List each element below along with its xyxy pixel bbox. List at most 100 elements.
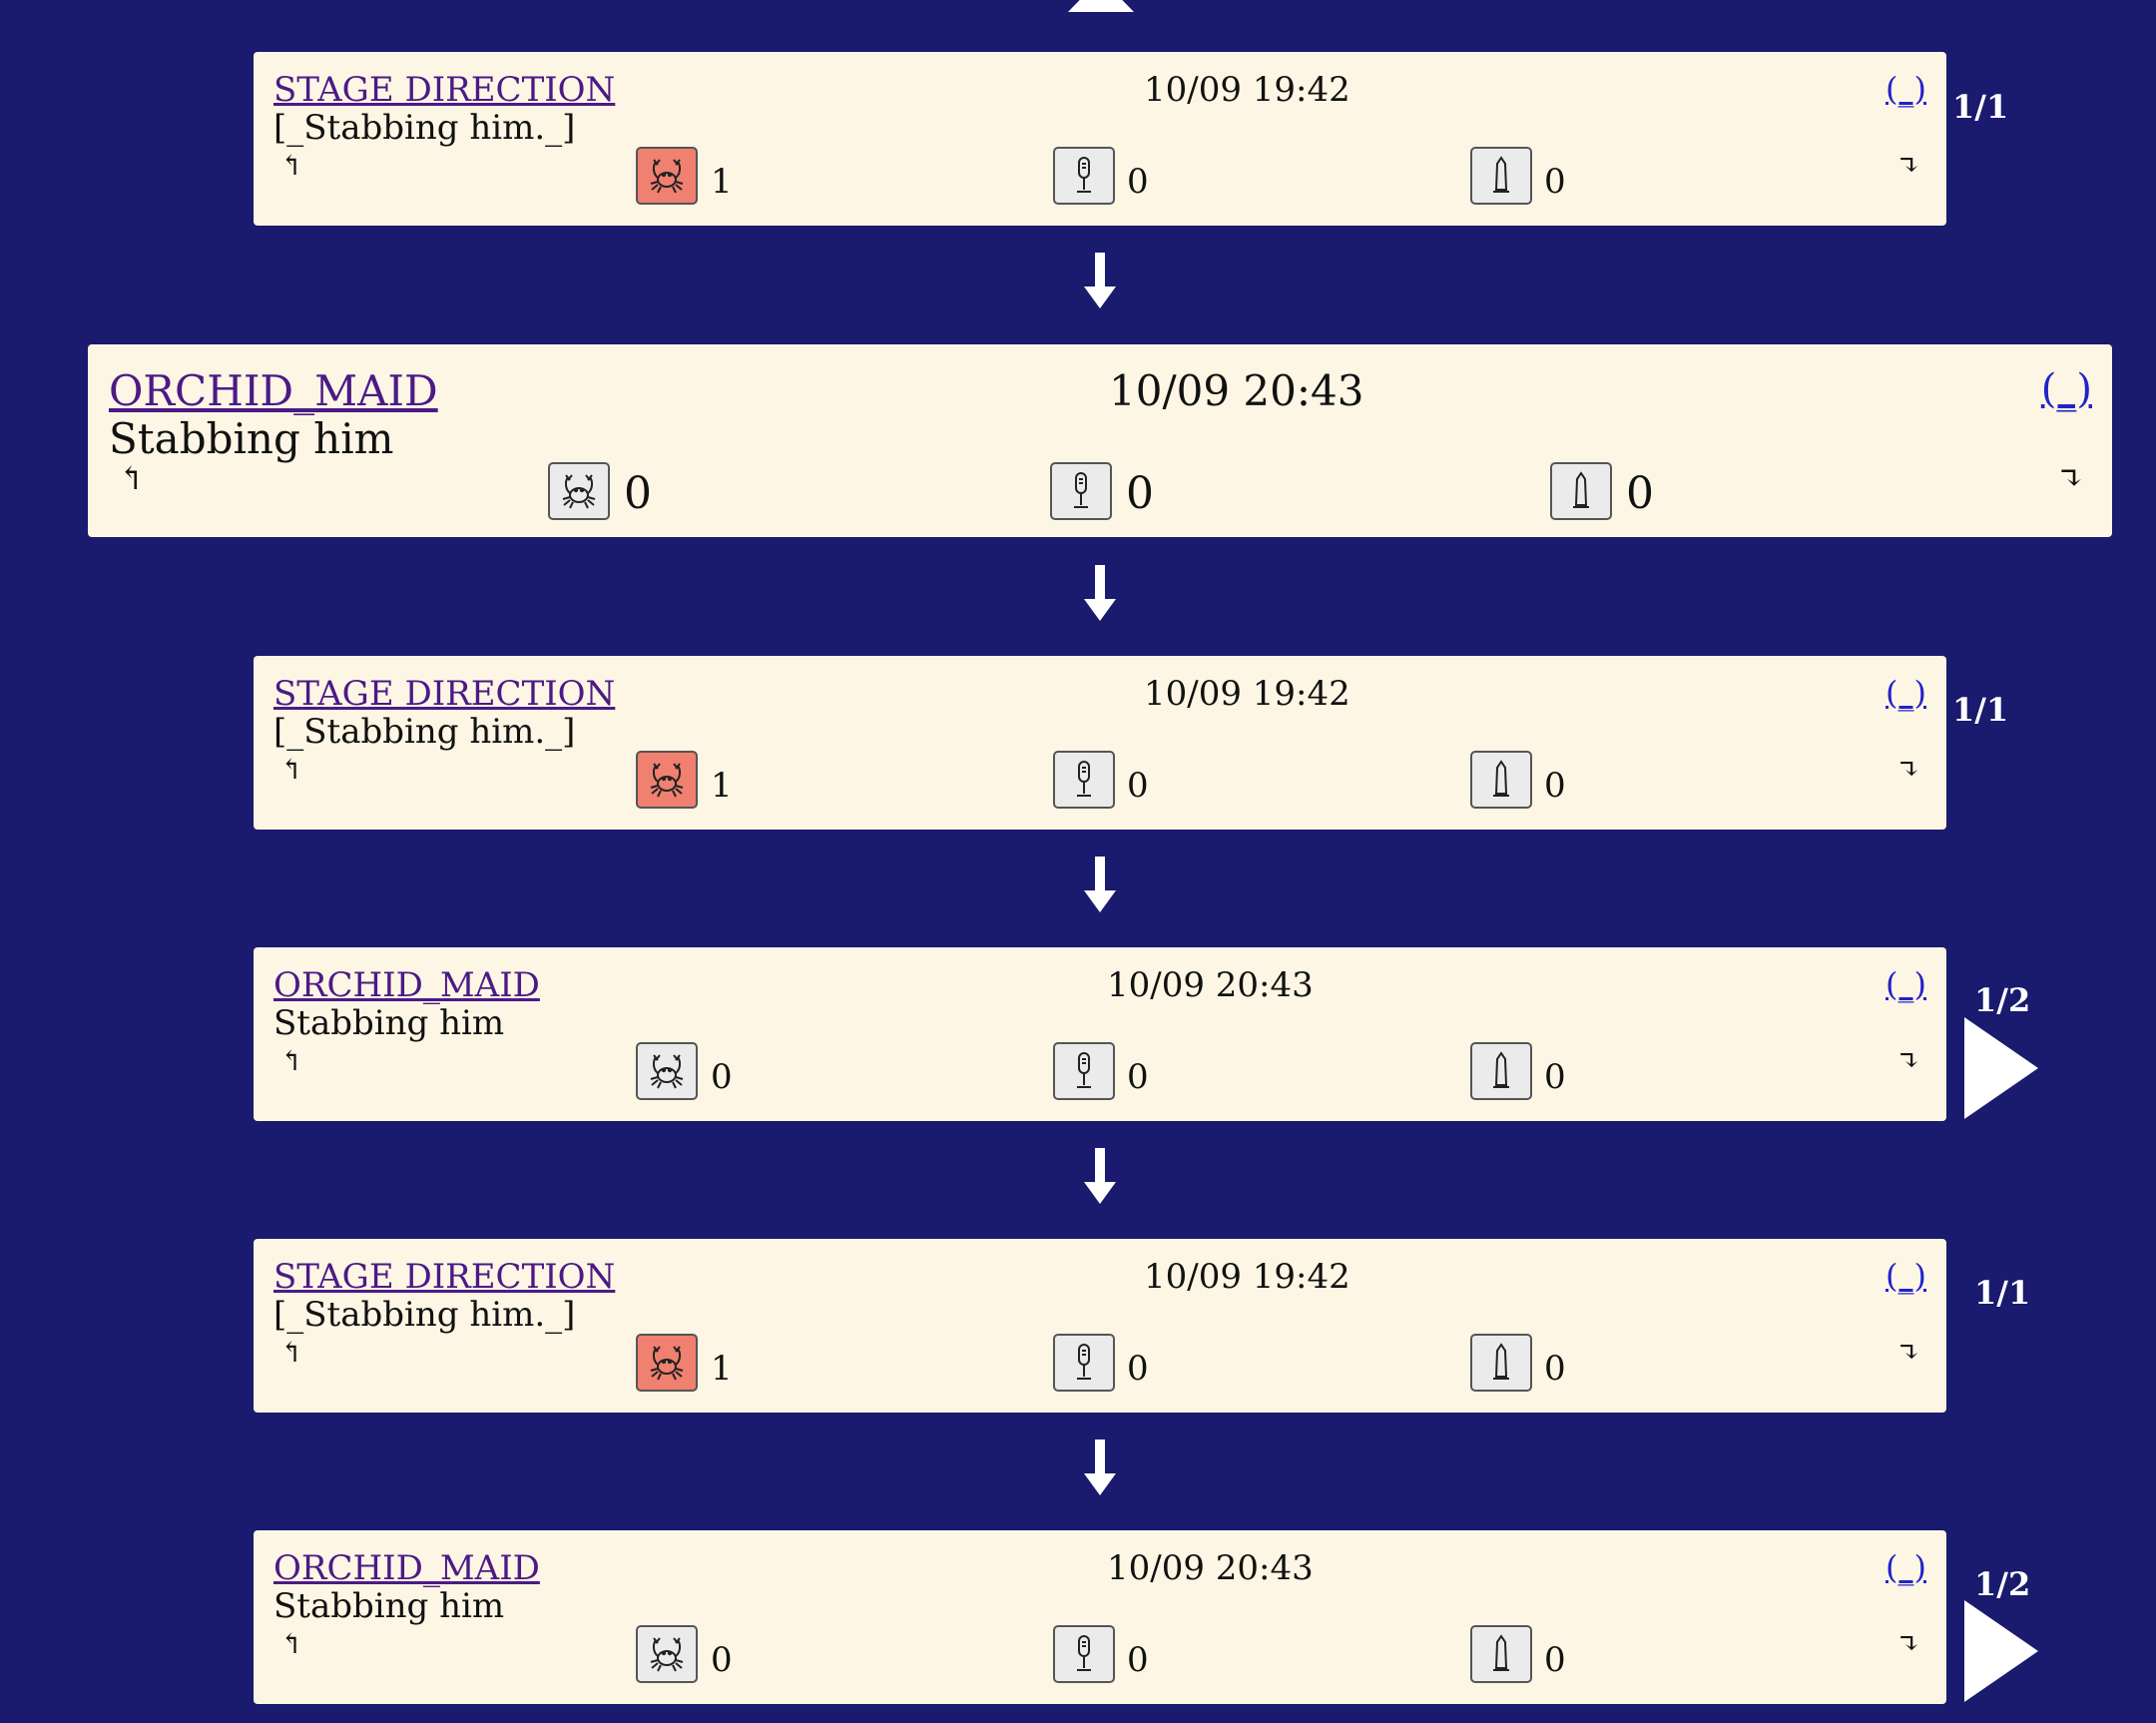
crab-count: 1 — [711, 1349, 733, 1389]
timestamp: 10/09 20:43 — [1107, 1548, 1314, 1588]
down-arrow-icon — [1084, 1148, 1116, 1204]
post-card: STAGE DIRECTION 10/09 19:42 (_) [_Stabbi… — [254, 656, 1946, 830]
crab-icon — [650, 1637, 684, 1672]
obelisk-icon — [1493, 156, 1509, 193]
microphone-reaction-button[interactable] — [1053, 1625, 1115, 1683]
prev-arrow-icon[interactable]: ↰ — [118, 462, 145, 494]
post-card: ORCHID_MAID 10/09 20:43 (_) Stabbing him… — [254, 1530, 1946, 1704]
crab-reaction-button[interactable] — [636, 751, 698, 809]
microphone-reaction-button[interactable] — [1053, 1042, 1115, 1100]
obelisk-reaction-button[interactable] — [1470, 1625, 1532, 1683]
microphone-reaction-button[interactable] — [1053, 1334, 1115, 1392]
prev-arrow-icon[interactable]: ↰ — [279, 152, 302, 180]
obelisk-count: 0 — [1626, 468, 1654, 519]
crab-reaction-button[interactable] — [636, 1042, 698, 1100]
obelisk-count: 0 — [1544, 162, 1566, 202]
crab-reaction-button[interactable] — [636, 1334, 698, 1392]
down-arrow-icon — [1084, 857, 1116, 912]
author-link[interactable]: STAGE DIRECTION — [273, 1257, 615, 1297]
down-arrow-icon — [1084, 565, 1116, 621]
post-text: Stabbing him — [273, 1003, 505, 1043]
edit-link[interactable]: (_) — [1886, 1257, 1926, 1295]
microphone-count: 0 — [1127, 1640, 1149, 1680]
crab-count: 1 — [711, 162, 733, 202]
crab-icon — [650, 1346, 684, 1381]
crab-reaction-button[interactable] — [636, 147, 698, 205]
obelisk-reaction-button[interactable] — [1470, 147, 1532, 205]
edit-link[interactable]: (_) — [2041, 366, 2092, 412]
next-arrow-icon[interactable]: ↴ — [1897, 152, 1920, 180]
crab-icon — [562, 474, 596, 509]
obelisk-reaction-button[interactable] — [1470, 751, 1532, 809]
author-link[interactable]: ORCHID_MAID — [109, 366, 438, 415]
author-link[interactable]: ORCHID_MAID — [273, 965, 540, 1005]
prev-arrow-icon[interactable]: ↰ — [279, 1047, 302, 1075]
next-arrow-icon[interactable]: ↴ — [1897, 1630, 1920, 1658]
next-arrow-icon[interactable]: ↴ — [1897, 1339, 1920, 1367]
post-card: ORCHID_MAID 10/09 20:43 (_) Stabbing him… — [254, 947, 1946, 1121]
crab-reaction-button[interactable] — [548, 462, 610, 520]
crab-reaction-button[interactable] — [636, 1625, 698, 1683]
author-link[interactable]: STAGE DIRECTION — [273, 70, 615, 110]
edit-link[interactable]: (_) — [1886, 674, 1926, 712]
post-text: [_Stabbing him._] — [273, 1295, 576, 1335]
timestamp: 10/09 19:42 — [1144, 674, 1350, 714]
page-indicator: 1/1 — [1974, 1274, 2031, 1312]
obelisk-icon — [1493, 760, 1509, 797]
microphone-count: 0 — [1127, 1349, 1149, 1389]
page-indicator: 1/1 — [1952, 88, 2009, 126]
microphone-reaction-button[interactable] — [1050, 462, 1112, 520]
page-indicator: 1/2 — [1974, 1565, 2031, 1603]
microphone-count: 0 — [1127, 162, 1149, 202]
microphone-count: 0 — [1127, 1057, 1149, 1097]
post-text: Stabbing him — [273, 1586, 505, 1626]
next-arrow-icon[interactable]: ↴ — [2057, 462, 2084, 494]
edit-link[interactable]: (_) — [1886, 965, 1926, 1003]
crab-icon — [650, 1054, 684, 1089]
crab-count: 0 — [711, 1057, 733, 1097]
obelisk-reaction-button[interactable] — [1550, 462, 1612, 520]
microphone-icon — [1077, 761, 1091, 797]
edit-link[interactable]: (_) — [1886, 1548, 1926, 1586]
edit-link[interactable]: (_) — [1886, 70, 1926, 108]
next-page-arrow-icon[interactable] — [1964, 1600, 2038, 1702]
post-card: STAGE DIRECTION 10/09 19:42 (_) [_Stabbi… — [254, 1239, 1946, 1413]
microphone-reaction-button[interactable] — [1053, 751, 1115, 809]
obelisk-reaction-button[interactable] — [1470, 1334, 1532, 1392]
post-card: STAGE DIRECTION 10/09 19:42 (_) [_Stabbi… — [254, 52, 1946, 226]
next-arrow-icon[interactable]: ↴ — [1897, 756, 1920, 784]
down-arrow-icon — [1084, 1439, 1116, 1495]
timestamp: 10/09 20:43 — [1107, 965, 1314, 1005]
microphone-icon — [1077, 1344, 1091, 1380]
post-card-focused: ORCHID_MAID 10/09 20:43 (_) Stabbing him… — [88, 344, 2112, 537]
timestamp: 10/09 19:42 — [1144, 70, 1350, 110]
microphone-reaction-button[interactable] — [1053, 147, 1115, 205]
prev-arrow-icon[interactable]: ↰ — [279, 1630, 302, 1658]
crab-count: 0 — [624, 468, 652, 519]
microphone-count: 0 — [1126, 468, 1154, 519]
thread-view: STAGE DIRECTION 10/09 19:42 (_) [_Stabbi… — [0, 0, 2156, 1723]
next-arrow-icon[interactable]: ↴ — [1897, 1047, 1920, 1075]
author-link[interactable]: ORCHID_MAID — [273, 1548, 540, 1588]
author-link[interactable]: STAGE DIRECTION — [273, 674, 615, 714]
microphone-icon — [1074, 472, 1088, 508]
obelisk-count: 0 — [1544, 1057, 1566, 1097]
prev-arrow-icon[interactable]: ↰ — [279, 756, 302, 784]
microphone-icon — [1077, 1052, 1091, 1088]
scroll-up-arrow-icon[interactable] — [1068, 0, 1134, 12]
post-text: [_Stabbing him._] — [273, 712, 576, 752]
crab-count: 1 — [711, 766, 733, 806]
obelisk-icon — [1573, 471, 1589, 508]
crab-icon — [650, 763, 684, 798]
obelisk-count: 0 — [1544, 766, 1566, 806]
obelisk-icon — [1493, 1051, 1509, 1088]
prev-arrow-icon[interactable]: ↰ — [279, 1339, 302, 1367]
obelisk-reaction-button[interactable] — [1470, 1042, 1532, 1100]
page-indicator: 1/1 — [1952, 691, 2009, 729]
obelisk-icon — [1493, 1634, 1509, 1671]
next-page-arrow-icon[interactable] — [1964, 1017, 2038, 1119]
crab-count: 0 — [711, 1640, 733, 1680]
timestamp: 10/09 19:42 — [1144, 1257, 1350, 1297]
microphone-icon — [1077, 1635, 1091, 1671]
post-text: Stabbing him — [109, 414, 394, 463]
